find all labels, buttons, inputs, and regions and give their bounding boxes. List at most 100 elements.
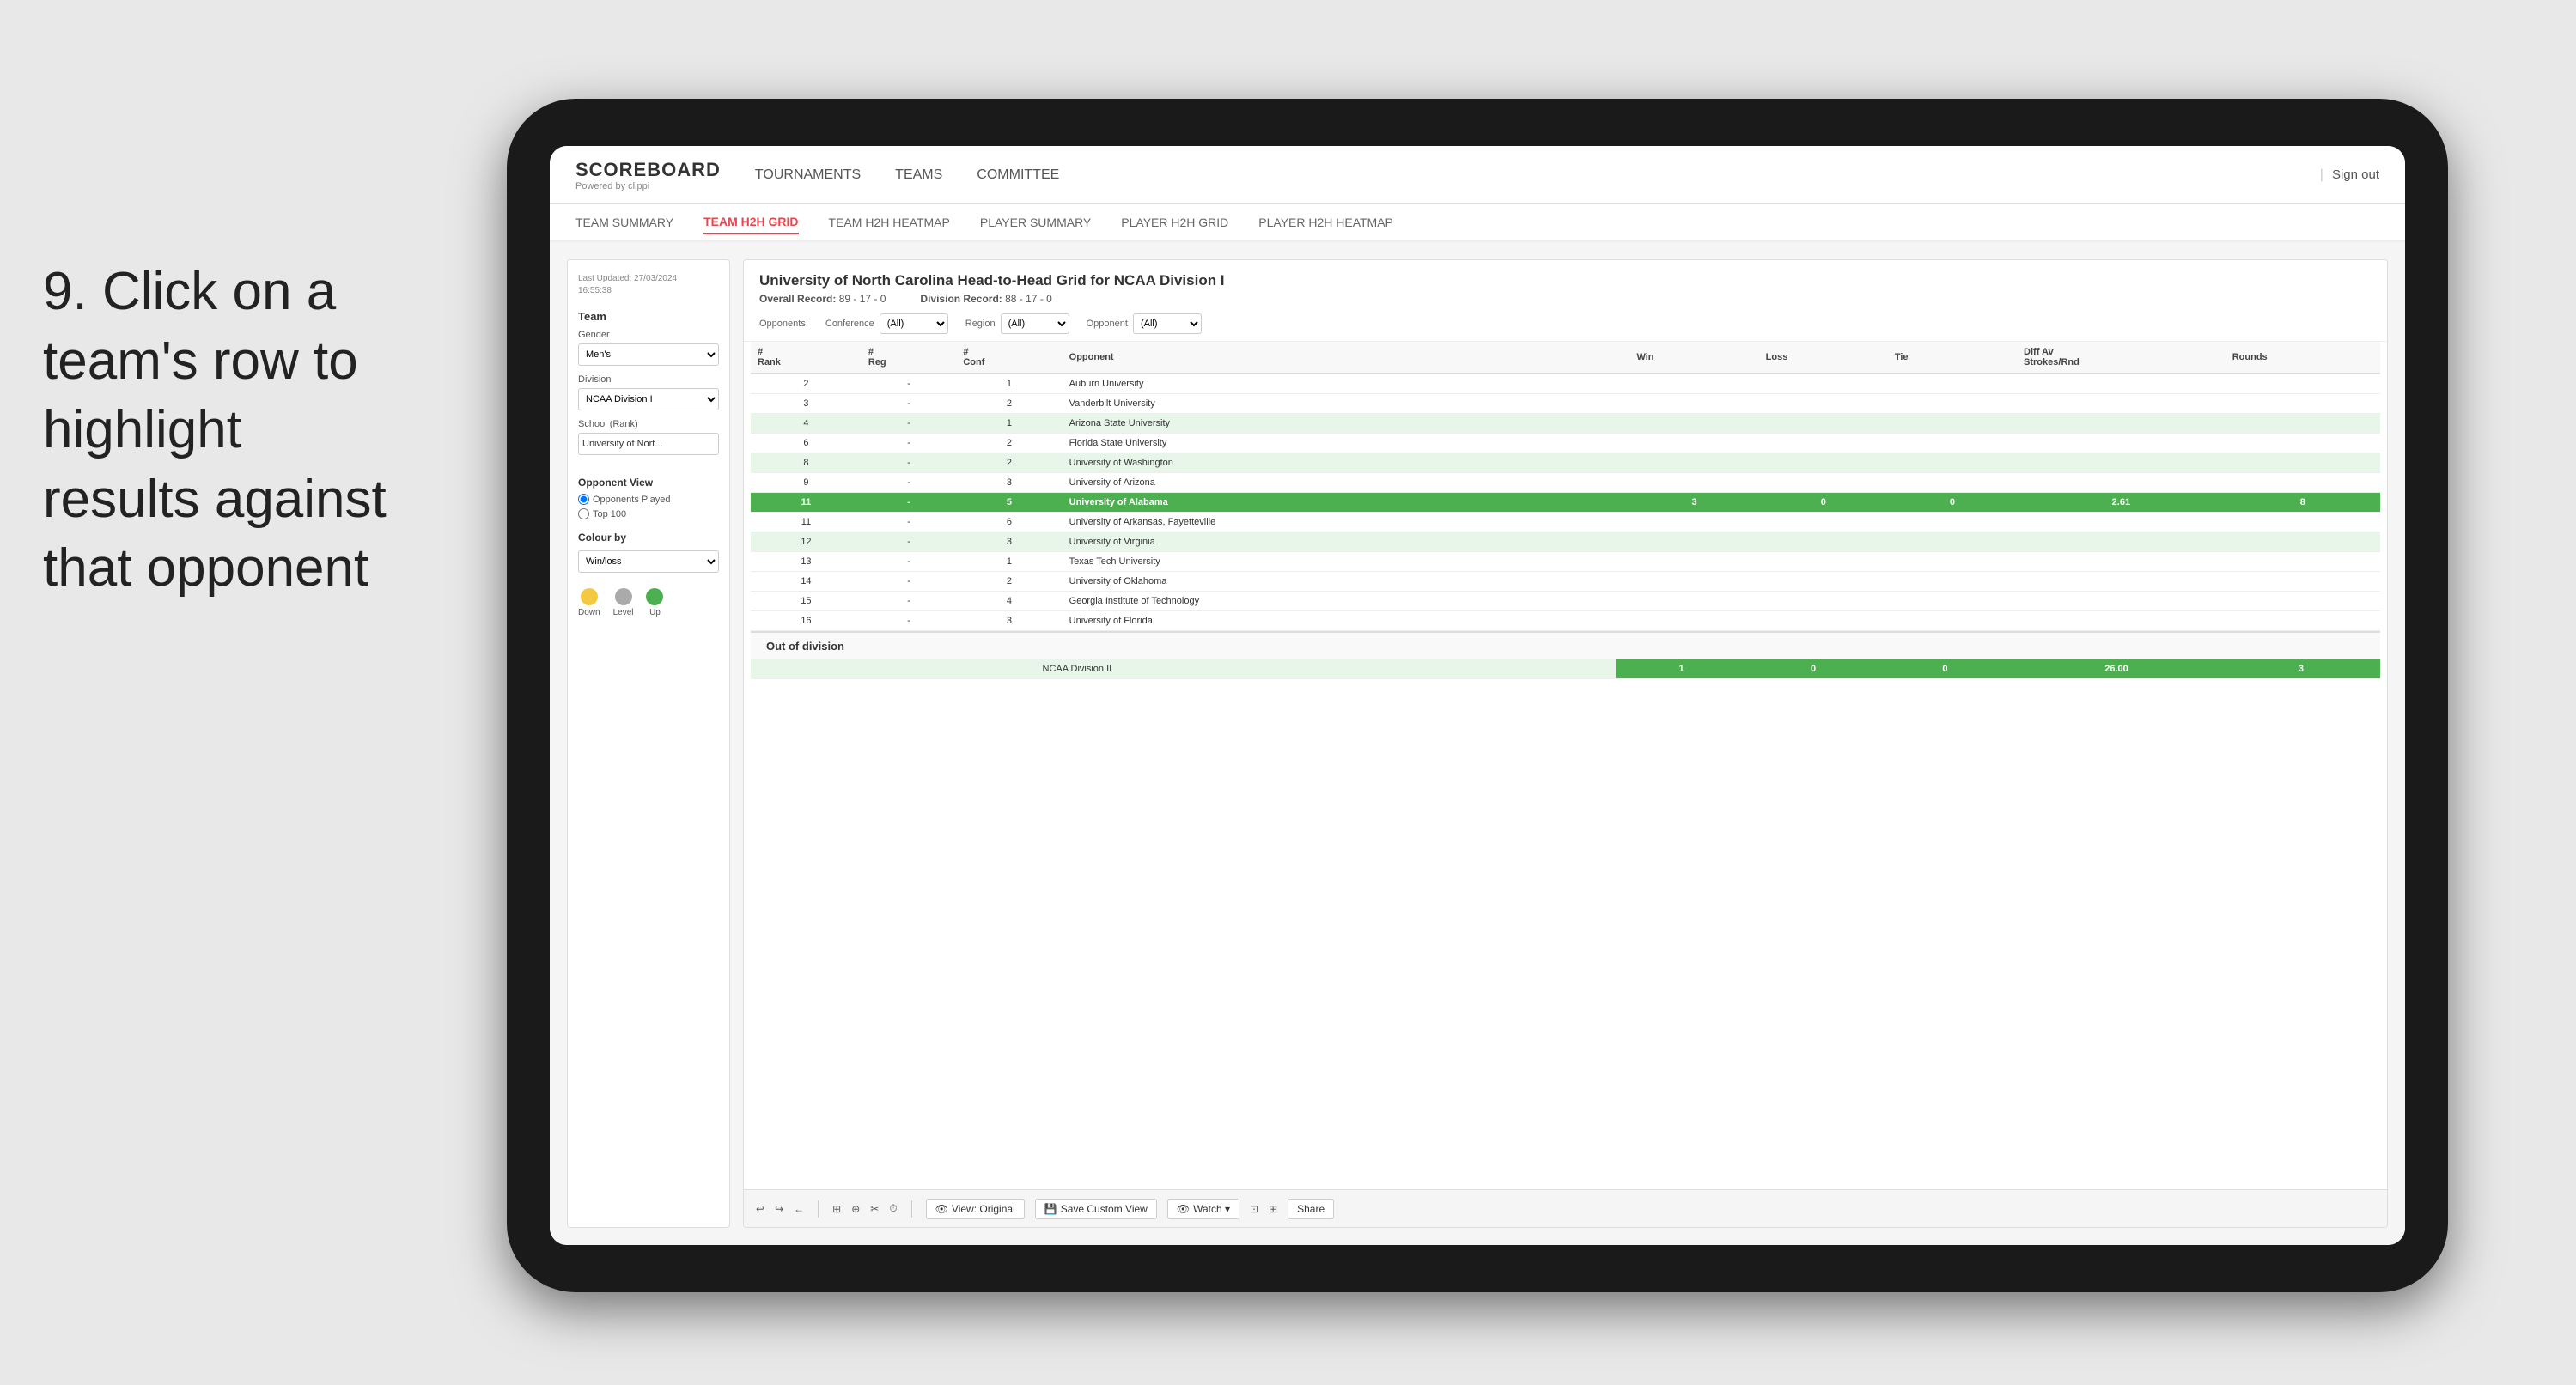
instruction-text: 9. Click on a team's row to highlight re… <box>43 258 404 604</box>
table-cell: - <box>862 572 956 592</box>
legend-down: Down <box>578 588 600 617</box>
redo-button[interactable]: ↪ <box>775 1203 783 1215</box>
table-row[interactable]: 16-3University of Florida <box>751 611 2380 631</box>
toolbar-icon-table[interactable]: ⊞ <box>1269 1203 1277 1215</box>
table-cell: - <box>862 532 956 552</box>
table-cell <box>1629 374 1758 394</box>
team-section-title: Team <box>578 310 719 323</box>
filter-region: Region (All) <box>965 313 1069 334</box>
tab-player-summary[interactable]: PLAYER SUMMARY <box>980 211 1091 234</box>
nav-tournaments[interactable]: TOURNAMENTS <box>755 163 861 187</box>
table-row[interactable]: 3-2Vanderbilt University <box>751 394 2380 414</box>
division-select[interactable]: NCAA Division I <box>578 388 719 410</box>
table-row[interactable]: 13-1Texas Tech University <box>751 552 2380 572</box>
sign-out-link[interactable]: Sign out <box>2332 167 2379 182</box>
table-cell: 4 <box>751 414 862 434</box>
table-cell: University of Oklahoma <box>1063 572 1630 592</box>
grid-table-wrapper: #Rank #Reg #Conf Opponent Win Loss Tie D… <box>744 342 2387 1189</box>
save-custom-button[interactable]: 💾 Save Custom View <box>1035 1199 1157 1219</box>
table-row[interactable]: 11-6University of Arkansas, Fayetteville <box>751 513 2380 532</box>
table-cell <box>2017 572 2226 592</box>
table-cell <box>1629 453 1758 473</box>
opponent-filter-select[interactable]: (All) <box>1133 313 1202 334</box>
table-cell <box>1629 513 1758 532</box>
table-cell: 2.61 <box>2017 493 2226 513</box>
watch-button[interactable]: 👁 Watch ▾ <box>1167 1199 1239 1219</box>
out-of-division-row[interactable]: NCAA Division II 1 0 0 26.00 3 <box>751 659 2380 679</box>
toolbar-icon-2[interactable]: ⊕ <box>851 1203 860 1215</box>
table-cell: - <box>862 493 956 513</box>
table-cell: 2 <box>956 572 1062 592</box>
out-div-label: NCAA Division II <box>1036 659 1616 679</box>
table-cell: 2 <box>751 374 862 394</box>
instruction-body: Click on a team's row to highlight resul… <box>43 262 387 598</box>
table-row[interactable]: 15-4Georgia Institute of Technology <box>751 592 2380 611</box>
table-cell: 13 <box>751 552 862 572</box>
table-row[interactable]: 14-2University of Oklahoma <box>751 572 2380 592</box>
overall-record-label: Overall Record: 89 - 17 - 0 <box>759 293 886 305</box>
share-button[interactable]: Share <box>1288 1199 1334 1219</box>
region-filter-select[interactable]: (All) <box>1001 313 1069 334</box>
table-row[interactable]: 11-5University of Alabama3002.618 <box>751 493 2380 513</box>
colour-by-title: Colour by <box>578 532 719 544</box>
table-cell: 3 <box>751 394 862 414</box>
legend-label-down: Down <box>578 608 600 617</box>
conference-filter-select[interactable]: (All) <box>880 313 948 334</box>
toolbar-icon-3[interactable]: ✂ <box>870 1203 879 1215</box>
table-cell <box>1629 611 1758 631</box>
legend-label-level: Level <box>613 608 634 617</box>
colour-by-select[interactable]: Win/loss <box>578 550 719 573</box>
table-cell <box>1888 394 2017 414</box>
table-row[interactable]: 8-2University of Washington <box>751 453 2380 473</box>
filter-opponents: Opponents: <box>759 319 808 329</box>
table-cell <box>2226 394 2380 414</box>
view-original-button[interactable]: 👁 View: Original <box>926 1199 1025 1219</box>
gender-select[interactable]: Men's <box>578 343 719 366</box>
col-header-opponent: Opponent <box>1063 342 1630 374</box>
opponent-view-title: Opponent View <box>578 477 719 489</box>
table-cell: 6 <box>956 513 1062 532</box>
table-cell <box>1888 592 2017 611</box>
filter-opponents-label: Opponents: <box>759 319 808 329</box>
toolbar-icon-4[interactable]: ⏱ <box>889 1202 897 1215</box>
table-row[interactable]: 4-1Arizona State University <box>751 414 2380 434</box>
table-cell <box>2017 374 2226 394</box>
col-header-conf: #Conf <box>956 342 1062 374</box>
table-cell: 8 <box>2226 493 2380 513</box>
table-cell <box>2017 611 2226 631</box>
table-cell: University of Arizona <box>1063 473 1630 493</box>
school-input[interactable] <box>578 433 719 455</box>
tab-team-h2h-heatmap[interactable]: TEAM H2H HEATMAP <box>829 211 950 234</box>
table-row[interactable]: 9-3University of Arizona <box>751 473 2380 493</box>
table-cell <box>1759 513 1888 532</box>
table-cell: Florida State University <box>1063 434 1630 453</box>
tab-player-h2h-heatmap[interactable]: PLAYER H2H HEATMAP <box>1258 211 1393 234</box>
out-div-diff: 26.00 <box>2011 659 2222 679</box>
tab-player-h2h-grid[interactable]: PLAYER H2H GRID <box>1121 211 1228 234</box>
col-header-loss: Loss <box>1759 342 1888 374</box>
nav-teams[interactable]: TEAMS <box>895 163 942 187</box>
undo-button[interactable]: ↩ <box>756 1203 764 1215</box>
table-cell: - <box>862 453 956 473</box>
table-cell <box>1759 473 1888 493</box>
radio-top100: Top 100 <box>578 508 719 519</box>
grid-records: Overall Record: 89 - 17 - 0 Division Rec… <box>759 293 2372 305</box>
table-row[interactable]: 6-2Florida State University <box>751 434 2380 453</box>
tab-team-summary[interactable]: TEAM SUMMARY <box>575 211 673 234</box>
table-row[interactable]: 12-3University of Virginia <box>751 532 2380 552</box>
table-cell <box>2226 453 2380 473</box>
nav-committee[interactable]: COMMITTEE <box>977 163 1059 187</box>
toolbar-icon-1[interactable]: ⊞ <box>832 1203 841 1215</box>
tab-team-h2h-grid[interactable]: TEAM H2H GRID <box>703 210 798 234</box>
last-updated: Last Updated: 27/03/2024 16:55:38 <box>578 273 719 297</box>
table-cell: University of Virginia <box>1063 532 1630 552</box>
table-cell: 3 <box>956 473 1062 493</box>
table-cell: - <box>862 611 956 631</box>
bottom-toolbar: ↩ ↪ ← ⊞ ⊕ ✂ ⏱ 👁 View: Original <box>744 1189 2387 1227</box>
back-button[interactable]: ← <box>794 1203 804 1215</box>
table-cell <box>2226 434 2380 453</box>
table-cell: Georgia Institute of Technology <box>1063 592 1630 611</box>
table-cell <box>2226 572 2380 592</box>
table-row[interactable]: 2-1Auburn University <box>751 374 2380 394</box>
toolbar-icon-screen[interactable]: ⊡ <box>1250 1203 1258 1215</box>
